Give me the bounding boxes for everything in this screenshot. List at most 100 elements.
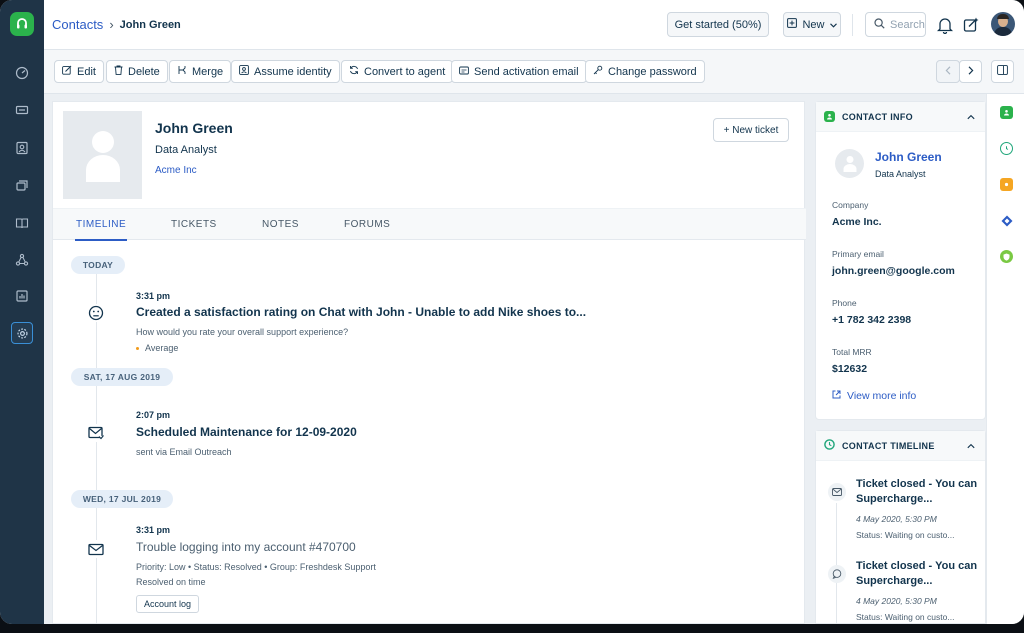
convert-to-agent-label: Convert to agent	[364, 65, 446, 78]
account-log-button[interactable]: Account log	[136, 595, 199, 613]
tickets-icon[interactable]	[11, 99, 33, 121]
tab-notes[interactable]: NOTES	[262, 219, 299, 230]
search-box[interactable]: Search	[865, 12, 926, 37]
compose-magic-icon[interactable]	[963, 16, 980, 38]
send-activation-email-button[interactable]: Send activation email	[451, 60, 587, 83]
trash-icon	[114, 65, 123, 78]
contact-job-title: Data Analyst	[155, 144, 217, 156]
rating-dot-icon	[136, 347, 139, 351]
delete-label: Delete	[128, 65, 160, 78]
reports-icon[interactable]	[11, 285, 33, 307]
event-title[interactable]: Scheduled Maintenance for 12-09-2020	[136, 425, 357, 439]
get-started-button[interactable]: Get started (50%)	[667, 12, 769, 37]
previous-contact-button[interactable]	[936, 60, 960, 83]
orange-app-icon[interactable]	[1000, 178, 1013, 191]
social-icon[interactable]	[11, 249, 33, 271]
timeline-app-icon[interactable]	[1000, 142, 1013, 155]
change-password-button[interactable]: Change password	[585, 60, 705, 83]
collapse-chevron-up-icon[interactable]	[967, 112, 975, 122]
timeline-date-pill: WED, 17 JUL 2019	[71, 490, 173, 508]
contact-info-panel: CONTACT INFO John Green Data Analyst Com…	[815, 101, 986, 420]
identity-card-icon	[239, 65, 249, 78]
merge-icon	[177, 65, 187, 78]
assume-identity-button[interactable]: Assume identity	[231, 60, 340, 83]
collapse-chevron-up-icon[interactable]	[967, 441, 975, 451]
convert-to-agent-button[interactable]: Convert to agent	[341, 60, 454, 83]
contact-timeline-item-date: 4 May 2020, 5:30 PM	[856, 596, 937, 606]
diamond-app-icon[interactable]	[1000, 214, 1013, 227]
search-placeholder: Search	[890, 18, 925, 31]
app-window: Contacts › John Green Get started (50%) …	[0, 0, 1024, 624]
event-sla-status: Resolved on time	[136, 577, 206, 587]
merge-button[interactable]: Merge	[169, 60, 232, 83]
freshdesk-logo-icon[interactable]	[10, 12, 34, 36]
contact-details-card: John Green Data Analyst Acme Inc + New t…	[52, 101, 806, 624]
tab-forums[interactable]: FORUMS	[344, 219, 390, 230]
timeline-date-today: TODAY	[71, 256, 125, 274]
total-mrr-value: $12632	[832, 363, 868, 375]
edit-pencil-icon	[62, 65, 72, 78]
freshdesk-app-icon[interactable]	[1000, 106, 1013, 119]
new-ticket-button[interactable]: + New ticket	[713, 118, 789, 142]
shield-app-icon[interactable]	[1000, 250, 1013, 263]
total-mrr-label: Total MRR	[832, 347, 872, 357]
header-divider	[852, 14, 853, 36]
tab-tickets[interactable]: TICKETS	[171, 219, 217, 230]
contact-info-header[interactable]: CONTACT INFO	[816, 102, 985, 132]
toggle-sidebar-button[interactable]	[991, 60, 1014, 83]
contacts-icon[interactable]	[11, 137, 33, 159]
email-outreach-icon	[87, 424, 105, 442]
event-description: How would you rate your overall support …	[136, 327, 349, 337]
left-nav	[0, 0, 44, 624]
tab-timeline[interactable]: TIMELINE	[76, 219, 126, 230]
new-dropdown-button[interactable]: New	[783, 12, 841, 37]
contact-timeline-item-title[interactable]: Ticket closed - You can Supercharge...	[856, 477, 981, 507]
assume-identity-label: Assume identity	[254, 65, 332, 78]
event-time: 3:31 pm	[136, 291, 171, 301]
contact-avatar-placeholder	[63, 111, 142, 199]
event-title[interactable]: Trouble logging into my account #470700	[136, 540, 356, 554]
contact-timeline-title: CONTACT TIMELINE	[842, 440, 935, 451]
user-avatar[interactable]	[991, 12, 1015, 36]
notifications-bell-icon[interactable]	[936, 16, 954, 39]
admin-settings-icon[interactable]	[11, 322, 33, 344]
change-password-label: Change password	[608, 65, 697, 78]
chat-bubble-icon	[828, 565, 846, 583]
phone-label: Phone	[832, 298, 857, 308]
view-more-info-label: View more info	[847, 390, 917, 402]
search-icon	[874, 17, 885, 32]
send-activation-email-label: Send activation email	[474, 65, 579, 78]
next-contact-button[interactable]	[959, 60, 982, 83]
email-ticket-icon	[87, 540, 105, 558]
dashboard-icon[interactable]	[11, 62, 33, 84]
edit-button[interactable]: Edit	[54, 60, 104, 83]
knowledge-base-icon[interactable]	[11, 212, 33, 234]
contact-timeline-item-title[interactable]: Ticket closed - You can Supercharge...	[856, 559, 981, 589]
event-rating: Average	[136, 343, 178, 353]
event-title[interactable]: Created a satisfaction rating on Chat wi…	[136, 305, 586, 319]
contact-tabs: TIMELINE TICKETS NOTES FORUMS	[53, 208, 806, 241]
contact-info-name-link[interactable]: John Green	[875, 150, 942, 164]
email-icon	[459, 66, 469, 78]
contact-info-job-title: Data Analyst	[875, 169, 926, 179]
chevron-down-icon	[829, 19, 837, 31]
top-header: Contacts › John Green Get started (50%) …	[44, 0, 1024, 50]
email-icon	[828, 483, 846, 501]
breadcrumb-contacts-link[interactable]: Contacts	[52, 17, 103, 32]
contact-timeline-connector	[836, 503, 837, 624]
contact-timeline-item-status: Status: Waiting on custo...	[856, 612, 955, 622]
delete-button[interactable]: Delete	[106, 60, 168, 83]
contact-timeline-item-status: Status: Waiting on custo...	[856, 530, 955, 540]
contact-company-link[interactable]: Acme Inc	[155, 165, 197, 176]
contact-timeline-header[interactable]: CONTACT TIMELINE	[816, 431, 985, 461]
phone-value[interactable]: +1 782 342 2398	[832, 314, 911, 326]
event-time: 2:07 pm	[136, 410, 171, 420]
company-value: Acme Inc.	[832, 216, 882, 228]
plus-square-icon	[787, 18, 798, 31]
sidebar-panel-icon	[997, 65, 1008, 78]
key-icon	[593, 65, 603, 78]
view-more-info-link[interactable]: View more info	[832, 390, 916, 402]
primary-email-value[interactable]: john.green@google.com	[832, 265, 955, 277]
apps-rail	[986, 94, 1024, 624]
companies-icon[interactable]	[11, 174, 33, 196]
